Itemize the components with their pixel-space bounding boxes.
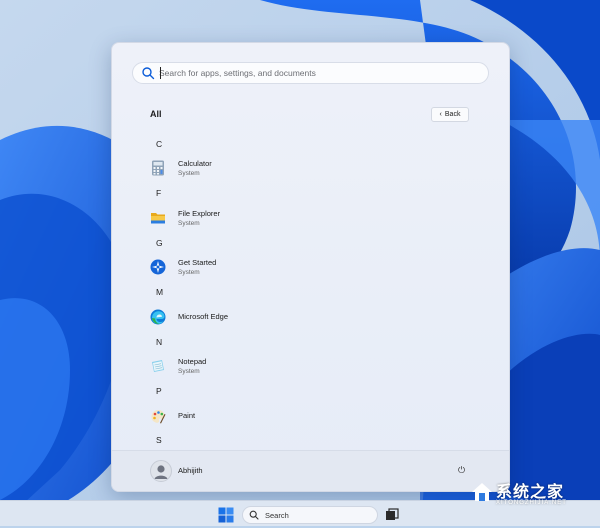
search-icon (141, 66, 155, 80)
app-name: Get Started (178, 257, 217, 267)
app-name: Calculator (178, 158, 212, 168)
app-file-explorer[interactable]: File Explorer System (150, 207, 350, 229)
app-get-started[interactable]: Get Started System (150, 256, 350, 278)
start-search-box[interactable] (132, 62, 489, 84)
task-view-icon[interactable] (384, 507, 400, 523)
letter-header-n[interactable]: N (156, 337, 162, 347)
user-name[interactable]: Abhijith (178, 466, 203, 475)
app-subtitle: System (178, 219, 200, 227)
notepad-icon (150, 358, 166, 374)
app-name: Paint (178, 411, 196, 420)
taskbar-search-label: Search (265, 510, 289, 520)
letter-header-p[interactable]: P (156, 386, 162, 396)
paint-icon (150, 408, 166, 424)
letter-header-c[interactable]: C (156, 139, 162, 149)
get-started-icon (150, 259, 166, 275)
search-icon (249, 510, 259, 520)
back-button-label: Back (444, 111, 461, 118)
taskbar-search[interactable]: Search (242, 506, 378, 524)
folder-icon (150, 210, 166, 226)
letter-header-f[interactable]: F (156, 188, 161, 198)
letter-header-m[interactable]: M (156, 287, 163, 297)
text-caret (160, 67, 161, 79)
power-icon[interactable]: ⏻ (458, 465, 465, 476)
letter-header-s[interactable]: S (156, 435, 162, 445)
app-subtitle: System (178, 268, 200, 276)
user-icon (154, 465, 168, 479)
watermark-subtitle: XITONGZHIJIA.NET (496, 500, 567, 506)
house-logo-icon (472, 483, 492, 501)
app-name: Microsoft Edge (178, 312, 229, 321)
app-subtitle: System (178, 169, 200, 177)
start-menu-footer: Abhijith ⏻ (112, 450, 509, 491)
chevron-left-icon: ‹ (439, 111, 442, 118)
edge-icon (150, 309, 166, 325)
app-paint[interactable]: Paint (150, 405, 350, 427)
back-button[interactable]: ‹ Back (431, 107, 469, 122)
start-menu: All ‹ Back C Calculator System F File Ex… (111, 42, 510, 492)
app-name: File Explorer (178, 208, 221, 218)
all-apps-title: All (150, 109, 162, 119)
app-microsoft-edge[interactable]: Microsoft Edge (150, 306, 350, 328)
app-calculator[interactable]: Calculator System (150, 157, 350, 179)
app-subtitle: System (178, 367, 200, 375)
watermark-title: 系统之家 (496, 484, 565, 501)
user-avatar[interactable] (150, 460, 172, 482)
app-name: Notepad (178, 356, 207, 366)
search-input[interactable] (159, 68, 459, 78)
letter-header-g[interactable]: G (156, 238, 163, 248)
calculator-icon (150, 160, 166, 176)
app-notepad[interactable]: Notepad System (150, 355, 350, 377)
windows-start-icon[interactable] (218, 507, 234, 523)
